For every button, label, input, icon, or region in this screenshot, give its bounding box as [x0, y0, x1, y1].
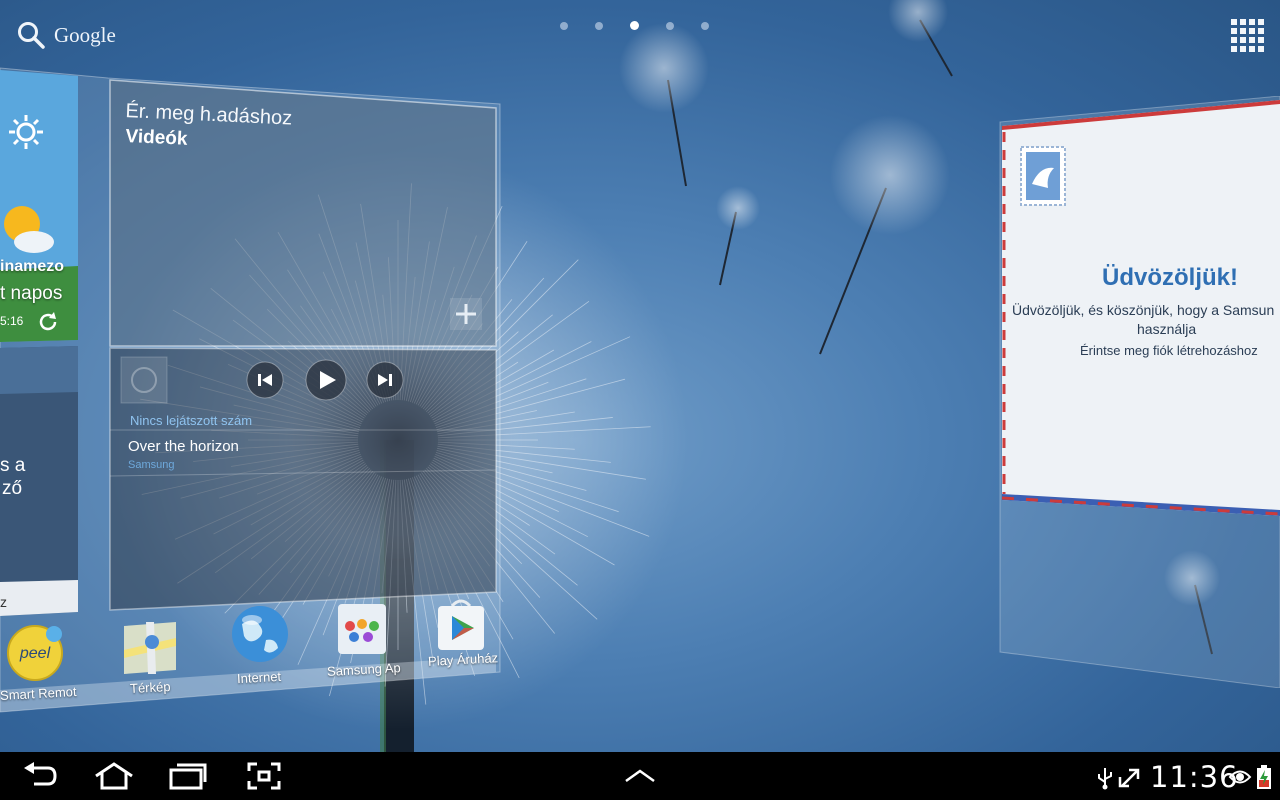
dock-item-smart-remote[interactable]: peel: [6, 624, 64, 682]
track-title[interactable]: Over the horizon: [128, 438, 239, 455]
eye-icon: [1228, 770, 1252, 784]
track-artist: Samsung: [128, 459, 175, 471]
dock-label-internet: Internet: [236, 668, 282, 687]
welcome-message-line: Üdvözöljük, és köszönjük, hogy a Samsun: [1012, 302, 1275, 318]
welcome-message-line: használja: [1137, 321, 1197, 337]
refresh-icon[interactable]: [36, 310, 60, 334]
stamp-icon: [1020, 146, 1066, 206]
play-icon[interactable]: [304, 358, 348, 402]
dock-item-maps[interactable]: [122, 620, 178, 676]
chevron-up-icon: [625, 769, 655, 783]
album-art-placeholder-icon: [120, 356, 168, 404]
page-indicator: [560, 21, 709, 30]
previous-icon[interactable]: [245, 360, 285, 400]
recent-apps-icon: [169, 763, 207, 790]
play-store-icon: [438, 599, 484, 650]
sunny-weather-icon: [4, 206, 54, 253]
music-status-text: Nincs lejátszott szám: [130, 413, 253, 428]
usb-icon: [1098, 768, 1112, 790]
weather-condition-text: t napos: [0, 283, 63, 304]
page-dot[interactable]: [560, 21, 568, 30]
maps-icon: [124, 622, 176, 674]
home-icon: [95, 762, 133, 790]
left-widget-text-fragment: s a: [0, 455, 26, 476]
page-dot[interactable]: [595, 21, 603, 30]
sync-icon: [1118, 768, 1140, 788]
dock-item-play-store[interactable]: [434, 596, 488, 654]
page-dot[interactable]: [666, 21, 674, 30]
svg-text:peel: peel: [19, 645, 51, 662]
video-widget-subtitle: Videók: [125, 126, 188, 150]
recent-apps-button[interactable]: [160, 752, 216, 800]
home-screen-panel-left: inamezo t napos 5:16 s a ző z Ér. meg h.…: [0, 0, 520, 752]
create-account-prompt[interactable]: Érintse meg fiók létrehozáshoz: [1080, 343, 1258, 358]
status-clock[interactable]: 11:36: [1150, 760, 1239, 794]
next-icon[interactable]: [365, 360, 405, 400]
dock-item-samsung-apps[interactable]: [336, 602, 388, 656]
system-navigation-bar: 11:36: [0, 752, 1280, 800]
back-button[interactable]: [12, 752, 68, 800]
dock-item-internet[interactable]: [230, 604, 290, 664]
app-tray-toggle[interactable]: [610, 752, 670, 800]
weather-settings-icon[interactable]: [6, 112, 46, 152]
samsung-apps-icon: [338, 604, 386, 654]
plus-icon[interactable]: [450, 298, 482, 330]
globe-icon: [232, 606, 288, 662]
weather-time-text: 5:16: [0, 314, 24, 328]
peel-icon: peel: [7, 625, 63, 681]
weather-location-text: inamezo: [0, 258, 65, 275]
left-widget-text-fragment: ző: [2, 478, 23, 499]
page-dot-active[interactable]: [630, 21, 639, 30]
back-icon: [24, 762, 57, 786]
screenshot-button[interactable]: [236, 752, 292, 800]
screenshot-icon: [247, 762, 281, 790]
welcome-title: Üdvözöljük!: [1102, 264, 1238, 291]
apps-grid-icon[interactable]: [1230, 18, 1266, 54]
dock-label-maps: Térkép: [129, 678, 171, 697]
home-button[interactable]: [86, 752, 142, 800]
page-dot[interactable]: [701, 21, 709, 30]
battery-icon: [1257, 765, 1271, 789]
left-widget-text-fragment: z: [0, 594, 7, 610]
